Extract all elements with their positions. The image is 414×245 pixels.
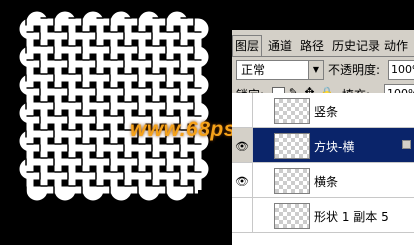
document-canvas[interactable]: www.68ps.com xyxy=(0,0,286,244)
layer-thumbnail xyxy=(274,168,310,194)
visibility-toggle[interactable] xyxy=(232,93,253,127)
visibility-toggle[interactable]: 👁 xyxy=(232,128,253,162)
layers-list: 竖条 👁 方块-横 👁 横条 形状 1 副本 5 xyxy=(232,93,414,245)
chevron-down-icon[interactable]: ▼ xyxy=(308,61,323,79)
layer-item-selected[interactable]: 👁 方块-横 xyxy=(232,128,414,163)
layer-name: 竖条 xyxy=(314,105,339,119)
layer-name: 方块-横 xyxy=(314,140,355,154)
layer-name: 横条 xyxy=(314,175,339,189)
opacity-label: 不透明度: xyxy=(328,63,381,77)
layer-item[interactable]: 形状 1 副本 5 xyxy=(232,198,414,233)
link-icon xyxy=(402,140,411,149)
layer-thumbnail xyxy=(274,133,310,159)
opacity-field[interactable]: 100% xyxy=(388,60,414,80)
tab-layers[interactable]: 图层 xyxy=(232,35,263,56)
layers-panel: 图层 通道 路径 历史记录 动作 正常 ▼ 不透明度: 100% 锁定: ✎ ✥… xyxy=(232,30,414,245)
tab-channels[interactable]: 通道 xyxy=(266,36,294,56)
tab-actions[interactable]: 动作 xyxy=(382,36,410,56)
blend-mode-value: 正常 xyxy=(241,63,266,77)
tab-paths[interactable]: 路径 xyxy=(298,36,326,56)
tab-history[interactable]: 历史记录 xyxy=(330,36,382,56)
layer-thumbnail xyxy=(274,203,310,229)
blend-mode-select[interactable]: 正常 ▼ xyxy=(236,60,324,80)
layer-item[interactable]: 竖条 xyxy=(232,93,414,128)
visibility-toggle[interactable] xyxy=(232,198,253,232)
eye-icon: 👁 xyxy=(235,140,249,153)
panel-tabs: 图层 通道 路径 历史记录 动作 xyxy=(232,35,414,57)
layer-item[interactable]: 👁 横条 xyxy=(232,163,414,198)
layer-thumbnail xyxy=(274,98,310,124)
visibility-toggle[interactable]: 👁 xyxy=(232,163,253,197)
blend-row: 正常 ▼ 不透明度: 100% xyxy=(232,60,414,80)
layer-name: 形状 1 副本 5 xyxy=(314,210,389,224)
eye-icon: 👁 xyxy=(235,175,249,188)
